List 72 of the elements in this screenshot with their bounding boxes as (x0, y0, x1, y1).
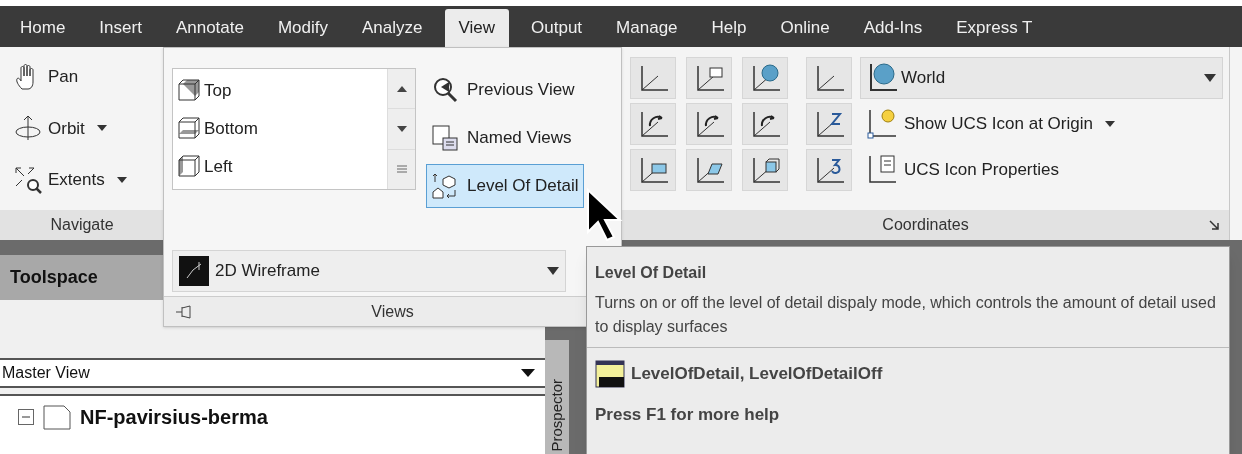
ribbon-tab[interactable]: Online (768, 9, 842, 47)
ribbon-tab[interactable]: Annotate (163, 9, 256, 47)
view-button[interactable]: Named Views (426, 116, 577, 160)
ucs-dropdown[interactable]: World (860, 57, 1223, 99)
caret-icon (547, 267, 559, 275)
ucs-face-button[interactable] (686, 149, 732, 191)
panel-title: Views (371, 301, 414, 322)
navigate-button[interactable]: Orbit (14, 114, 107, 143)
down-arrow-icon (396, 126, 407, 132)
zoom-extents-icon (14, 166, 42, 195)
more-lines-icon (396, 165, 407, 174)
rotate-axis-button[interactable] (630, 103, 676, 145)
caret-icon (1204, 74, 1216, 82)
navigate-button[interactable]: Pan (14, 62, 79, 91)
drawing-file-icon (42, 404, 72, 430)
z-axis-button[interactable] (806, 103, 852, 145)
axis-properties-icon (866, 154, 898, 186)
ribbon-tab[interactable]: Manage (604, 9, 690, 47)
view-list-item[interactable]: Top (177, 73, 387, 109)
view-dropdown[interactable]: Master View (0, 358, 545, 388)
ucs-view-button[interactable] (630, 149, 676, 191)
wireframe-thumbnail-icon (179, 256, 209, 286)
ribbon-tab[interactable]: Analyze (350, 9, 435, 47)
named-views-icon (431, 124, 459, 152)
side-tab[interactable]: Prospector (545, 340, 569, 454)
globe-axis-icon (867, 62, 899, 94)
level-of-detail-icon (431, 172, 459, 200)
ucs-action-button[interactable]: Show UCS Icon at Origin (860, 103, 1121, 145)
ribbon-tab[interactable]: Insert (87, 9, 154, 47)
ribbon-tab[interactable]: Add-Ins (851, 9, 935, 47)
view-list-item[interactable]: Bottom (177, 111, 387, 147)
cube-icon (177, 78, 203, 104)
up-arrow-icon (396, 85, 407, 92)
navigate-button[interactable]: Extents (14, 166, 127, 195)
orbit-icon (14, 114, 42, 143)
tree-item[interactable]: NF-pavirsius-berma (80, 402, 268, 432)
ucs-action-button[interactable]: UCS Icon Properties (860, 149, 1065, 191)
ucs-named-button[interactable] (686, 57, 732, 99)
view-button[interactable]: Level Of Detail (426, 164, 584, 208)
ribbon-tab[interactable]: Express T (944, 9, 1045, 47)
three-point-ucs-button[interactable] (806, 149, 852, 191)
visual-style-dropdown[interactable]: 2D Wireframe (172, 250, 566, 292)
scroll-up-button[interactable] (388, 69, 415, 110)
ribbon-tab[interactable]: Home (8, 9, 78, 47)
ribbon-tab[interactable]: Output (519, 9, 595, 47)
ribbon-tab[interactable]: Help (699, 9, 759, 47)
rotate-axis-button[interactable] (742, 103, 788, 145)
panel-title: Navigate (0, 210, 164, 240)
view-button[interactable]: Previous View (426, 68, 580, 112)
tooltip-description: Turns on or off the level of detail dispaly mode, which controls the amount of detail used to display surfaces (595, 293, 1217, 337)
ucs-object-button[interactable] (742, 149, 788, 191)
command-names: LevelOfDetail, LevelOfDetailOff (631, 363, 883, 386)
ribbon-tab[interactable]: View (444, 9, 510, 47)
scroll-down-button[interactable] (388, 109, 415, 150)
cube-icon (177, 154, 203, 180)
palette-title: Toolspace (10, 266, 98, 289)
view-list-item[interactable]: Left (177, 149, 387, 185)
caret-icon (521, 369, 535, 377)
pin-icon[interactable] (176, 303, 194, 320)
panel-launcher-icon[interactable] (1209, 220, 1219, 230)
tooltip-title: Level Of Detail (595, 263, 708, 283)
ucs-axis-button[interactable] (630, 57, 676, 99)
axis-bulb-icon (866, 108, 898, 140)
ucs-origin-button[interactable] (806, 57, 852, 99)
collapse-icon[interactable] (18, 409, 34, 425)
rotate-axis-button[interactable] (686, 103, 732, 145)
magnifier-arrow-icon (431, 76, 459, 104)
panel-title: Coordinates (882, 215, 969, 235)
cube-icon (177, 116, 203, 142)
ucs-world-button[interactable] (742, 57, 788, 99)
ribbon-tab[interactable]: Modify (265, 9, 341, 47)
help-hint: Press F1 for more help (595, 404, 781, 426)
